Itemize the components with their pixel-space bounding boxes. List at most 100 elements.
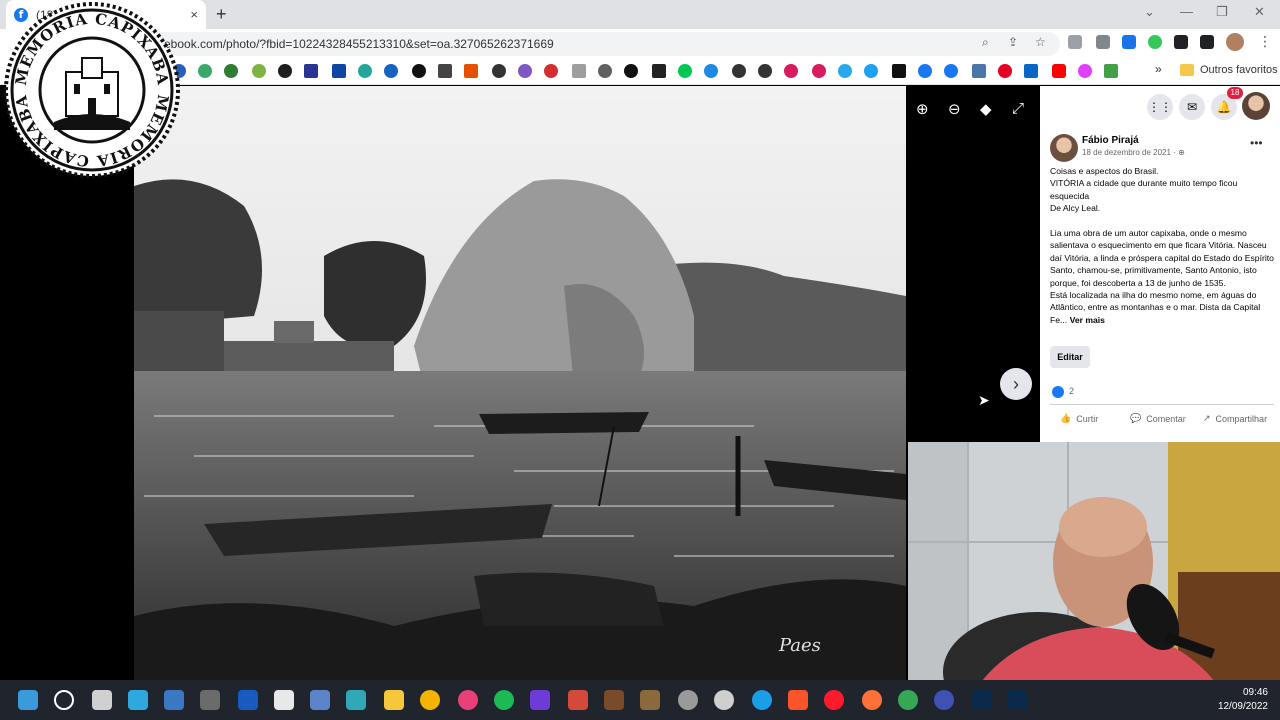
coin-app-icon[interactable] xyxy=(420,690,440,710)
system-clock[interactable]: 09:46 12/09/2022 xyxy=(1200,686,1268,714)
search-icon[interactable] xyxy=(54,690,74,710)
microphone-icon[interactable] xyxy=(732,64,746,78)
share-button[interactable]: ↗ Compartilhar xyxy=(1203,413,1267,424)
close-tab-icon[interactable]: × xyxy=(190,7,198,22)
tab-search-icon[interactable]: ⌄ xyxy=(1144,4,1155,20)
extension-icon[interactable] xyxy=(1068,35,1082,49)
settings-gear-icon[interactable] xyxy=(678,690,698,710)
telegram-icon[interactable] xyxy=(838,64,852,78)
bookmark-icon[interactable] xyxy=(332,64,346,78)
linkedin-icon[interactable] xyxy=(1024,64,1038,78)
extension-icon[interactable] xyxy=(1148,35,1162,49)
notepad-icon[interactable] xyxy=(128,690,148,710)
calculator-icon[interactable] xyxy=(164,690,184,710)
photoshop-icon[interactable] xyxy=(972,690,992,710)
bookmark-icon[interactable] xyxy=(652,64,666,78)
word-icon[interactable] xyxy=(238,690,258,710)
audition-icon[interactable] xyxy=(1008,690,1028,710)
bookmark-icon[interactable] xyxy=(544,64,558,78)
next-photo-button[interactable]: › xyxy=(1000,368,1032,400)
youtube-icon[interactable] xyxy=(1052,64,1066,78)
bookmark-icon[interactable] xyxy=(358,64,372,78)
facebook-icon[interactable] xyxy=(918,64,932,78)
bookmark-icon[interactable] xyxy=(518,64,532,78)
brave-icon[interactable] xyxy=(788,690,808,710)
author-avatar[interactable] xyxy=(1050,134,1078,162)
bookmark-icon[interactable] xyxy=(464,64,478,78)
app-icon[interactable] xyxy=(346,690,366,710)
chrome-icon[interactable] xyxy=(898,690,918,710)
photos-icon[interactable] xyxy=(310,690,330,710)
twitter-icon[interactable] xyxy=(864,64,878,78)
author-name[interactable]: Fábio Pirajá xyxy=(1082,135,1139,146)
firefox-icon[interactable] xyxy=(862,690,882,710)
app-icon[interactable] xyxy=(568,690,588,710)
pinterest-icon[interactable] xyxy=(998,64,1012,78)
spotify-icon[interactable] xyxy=(494,690,514,710)
bookmark-icon[interactable] xyxy=(412,64,426,78)
like-button[interactable]: 👍 Curtir xyxy=(1060,413,1098,424)
music-icon[interactable] xyxy=(458,690,478,710)
account-avatar[interactable] xyxy=(1242,92,1270,120)
extensions-puzzle-icon[interactable] xyxy=(1174,35,1188,49)
new-tab-button[interactable]: + xyxy=(216,4,227,25)
bookmark-icon[interactable] xyxy=(704,64,718,78)
vk-icon[interactable] xyxy=(972,64,986,78)
address-bar[interactable]: ebook.com/photo/?fbid=10224328455213310&… xyxy=(140,32,1060,56)
bookmark-icon[interactable] xyxy=(572,64,586,78)
bookmark-icon[interactable] xyxy=(598,64,612,78)
media-player-icon[interactable] xyxy=(530,690,550,710)
bookmark-icon[interactable] xyxy=(1078,64,1092,78)
bookmark-star-icon[interactable]: ☆ xyxy=(1035,35,1046,49)
menu-kebab-icon[interactable]: ⋮ xyxy=(1258,33,1272,50)
task-view-icon[interactable] xyxy=(92,690,112,710)
bookmark-icon[interactable] xyxy=(678,64,692,78)
facebook-icon[interactable] xyxy=(944,64,958,78)
other-bookmarks-folder[interactable]: Outros favoritos xyxy=(1200,64,1278,76)
paint-icon[interactable] xyxy=(274,690,294,710)
edit-button[interactable]: Editar xyxy=(1050,346,1090,368)
app-icon[interactable] xyxy=(640,690,660,710)
side-panel-icon[interactable] xyxy=(1200,35,1214,49)
zoom-icon[interactable]: ⌕ xyxy=(982,35,989,50)
instagram-icon[interactable] xyxy=(784,64,798,78)
bookmark-icon[interactable] xyxy=(1104,64,1118,78)
start-windows-icon[interactable] xyxy=(18,690,38,710)
instagram-icon[interactable] xyxy=(812,64,826,78)
bookmark-icon[interactable] xyxy=(198,64,212,78)
bookmark-icon[interactable] xyxy=(304,64,318,78)
bookmark-icon[interactable] xyxy=(278,64,292,78)
bookmark-icon[interactable] xyxy=(224,64,238,78)
microphone-icon[interactable] xyxy=(758,64,772,78)
tag-icon[interactable]: ◆ xyxy=(980,100,992,118)
menu-grid-icon[interactable]: ⋮⋮ xyxy=(1147,94,1173,120)
app-icon[interactable] xyxy=(604,690,624,710)
comment-button[interactable]: 💬 Comentar xyxy=(1130,413,1186,424)
microphone-icon[interactable] xyxy=(492,64,506,78)
app-icon[interactable] xyxy=(714,690,734,710)
share-icon[interactable]: ⇪ xyxy=(1008,35,1018,49)
fullscreen-icon[interactable]: ⤢ xyxy=(1012,100,1024,117)
close-window-icon[interactable]: ✕ xyxy=(1254,4,1265,20)
see-more-link[interactable]: Ver mais xyxy=(1070,315,1105,325)
messenger-icon[interactable]: ✉ xyxy=(1179,94,1205,120)
vivaldi-icon[interactable] xyxy=(934,690,954,710)
extension-icon[interactable] xyxy=(1096,35,1110,49)
bookmarks-more-button[interactable]: » xyxy=(1155,62,1162,76)
bookmark-icon[interactable] xyxy=(438,64,452,78)
zoom-in-icon[interactable]: ⊕ xyxy=(916,100,929,118)
tiktok-icon[interactable] xyxy=(892,64,906,78)
zoom-out-icon[interactable]: ⊖ xyxy=(948,100,961,118)
maximize-icon[interactable]: ❐ xyxy=(1216,4,1228,20)
extension-icon[interactable] xyxy=(1122,35,1136,49)
file-explorer-icon[interactable] xyxy=(384,690,404,710)
camera-icon[interactable] xyxy=(200,690,220,710)
post-date[interactable]: 18 de dezembro de 2021 · ⊕ xyxy=(1082,148,1185,157)
profile-avatar[interactable] xyxy=(1226,33,1244,51)
bookmark-icon[interactable] xyxy=(624,64,638,78)
opera-icon[interactable] xyxy=(824,690,844,710)
edge-icon[interactable] xyxy=(752,690,772,710)
post-options-icon[interactable]: ••• xyxy=(1250,136,1263,150)
bookmark-icon[interactable] xyxy=(384,64,398,78)
bookmark-icon[interactable] xyxy=(252,64,266,78)
